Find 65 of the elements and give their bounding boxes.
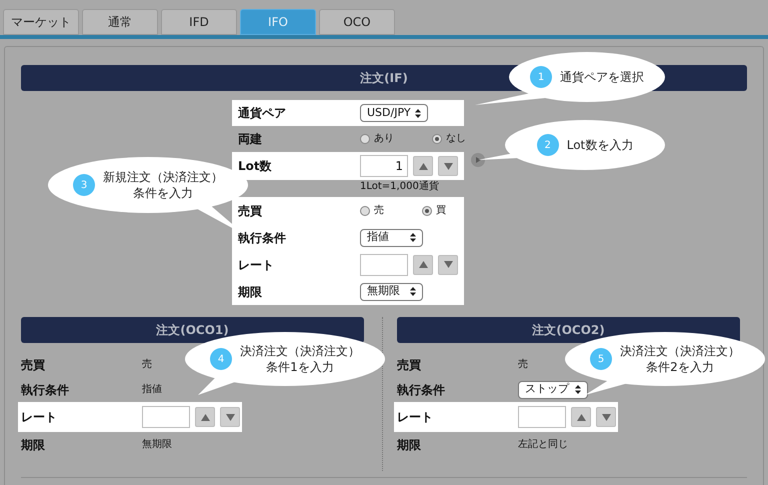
decrement-button[interactable] <box>220 407 240 427</box>
callout-text: Lot数を入力 <box>566 137 634 153</box>
field-label: 期限 <box>21 436 46 454</box>
field-label: 期限 <box>238 284 263 300</box>
radio-option[interactable]: 買 <box>422 204 446 216</box>
radio-option[interactable]: なし <box>432 133 466 145</box>
decrement-button[interactable] <box>438 156 458 176</box>
up-down-icon <box>410 287 416 296</box>
triangle-down-icon <box>226 414 234 420</box>
field-label: レート <box>397 409 434 426</box>
radio-option[interactable]: 売 <box>360 204 384 216</box>
callout-text: 条件1を入力 <box>266 359 334 375</box>
triangle-up-icon <box>418 261 428 268</box>
tab[interactable]: OCO <box>319 9 395 35</box>
field-label: 通貨ペア <box>238 105 287 122</box>
callout-text: 条件を入力 <box>133 185 193 201</box>
up-down-icon <box>410 233 416 242</box>
value-text: 売 <box>518 358 528 372</box>
triangle-up-icon <box>200 414 210 420</box>
field-label: 売買 <box>238 202 263 220</box>
field-label: 売買 <box>21 356 46 374</box>
field-label: レート <box>238 256 275 274</box>
callout-text: 通貨ペアを選択 <box>560 69 644 85</box>
dropdown[interactable]: 無期限 <box>360 282 423 300</box>
value-text: 左記と同じ <box>518 438 568 452</box>
radio-option[interactable]: あり <box>360 133 394 145</box>
increment-button[interactable] <box>195 407 215 427</box>
field-label: レート <box>21 409 58 426</box>
dropdown[interactable]: ストップ <box>518 380 588 398</box>
tab[interactable]: マーケット <box>3 9 79 35</box>
decrement-button[interactable] <box>438 254 458 274</box>
triangle-down-icon <box>444 162 452 170</box>
tab[interactable]: IFD <box>161 9 237 35</box>
number-field[interactable]: 1 <box>360 155 408 177</box>
number-field[interactable] <box>142 406 190 428</box>
field-label: 両建 <box>238 131 263 148</box>
increment-button[interactable] <box>571 407 591 427</box>
tab[interactable]: 通常 <box>82 9 158 35</box>
up-down-icon <box>415 108 421 118</box>
triangle-up-icon <box>576 414 586 420</box>
triangle-down-icon <box>602 414 610 420</box>
decrement-button[interactable] <box>596 407 616 427</box>
callout-text: 条件2を入力 <box>646 359 714 375</box>
field-label: 執行条件 <box>238 230 287 246</box>
up-down-icon <box>575 385 581 394</box>
field-label: Lot数 <box>238 158 273 175</box>
triangle-up-icon <box>418 162 428 170</box>
dropdown[interactable]: USD/JPY <box>360 104 428 122</box>
triangle-down-icon <box>444 261 452 268</box>
number-field[interactable] <box>360 254 408 276</box>
field-label: 期限 <box>397 436 422 454</box>
dropdown[interactable]: 指値 <box>360 228 423 246</box>
field-label: 売買 <box>397 356 422 374</box>
number-field[interactable] <box>518 406 566 428</box>
field-label: 執行条件 <box>21 382 70 398</box>
value-text: 無期限 <box>142 438 172 452</box>
callout-text: 決済注文（決済注文） <box>620 343 740 359</box>
callout-text: 新規注文（決済注文） <box>103 169 223 185</box>
callout-text: 決済注文（決済注文） <box>240 343 360 359</box>
note-text: 1Lot=1,000通貨 <box>360 180 440 193</box>
value-text: 指値 <box>142 382 162 397</box>
increment-button[interactable] <box>413 156 433 176</box>
field-label: 執行条件 <box>397 382 446 398</box>
value-text: 売 <box>142 358 152 372</box>
increment-button[interactable] <box>413 254 433 274</box>
